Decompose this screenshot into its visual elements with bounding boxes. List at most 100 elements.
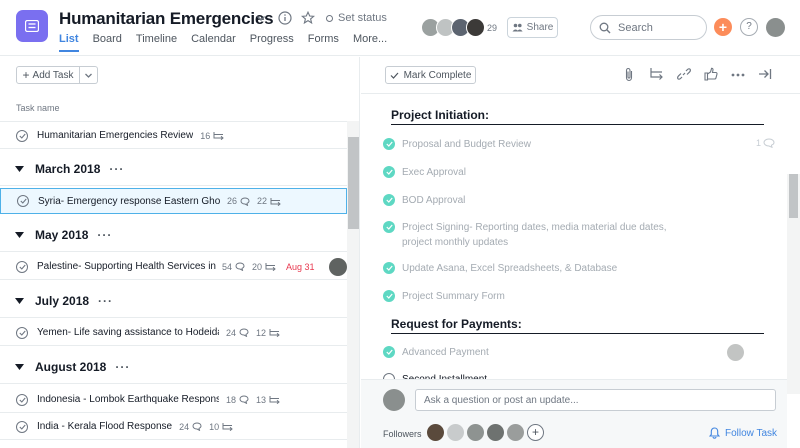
subtask-name[interactable]: BOD Approval — [402, 193, 465, 208]
section-menu-icon[interactable]: ··· — [97, 228, 112, 242]
share-button[interactable]: Share — [507, 17, 558, 38]
subtask-item[interactable]: Advanced Payment — [383, 345, 489, 360]
task-row[interactable]: Palestine- Supporting Health Services in… — [0, 254, 347, 280]
task-row-selected[interactable]: Syria- Emergency response Eastern Ghouta… — [0, 188, 347, 214]
star-icon[interactable] — [301, 11, 315, 25]
column-header-task-name[interactable]: Task name — [16, 103, 60, 113]
attachment-icon[interactable] — [623, 67, 635, 82]
due-date[interactable]: Aug 31 — [286, 262, 315, 272]
tab-calendar[interactable]: Calendar — [191, 33, 236, 52]
follow-task-button[interactable]: Follow Task — [709, 427, 777, 439]
subtask-item[interactable]: Exec Approval — [383, 165, 466, 180]
collapse-triangle-icon[interactable] — [15, 231, 24, 239]
subtask-icon[interactable] — [649, 67, 664, 81]
section-header[interactable]: March 2018 ··· — [0, 153, 347, 186]
follower-avatar[interactable] — [507, 424, 524, 441]
follower-avatar[interactable] — [447, 424, 464, 441]
more-options-icon[interactable] — [731, 73, 745, 77]
subtask-name[interactable]: Advanced Payment — [402, 345, 489, 360]
subtask-name[interactable]: Exec Approval — [402, 165, 466, 180]
complete-check-icon[interactable] — [16, 260, 28, 273]
complete-check-icon[interactable] — [16, 393, 28, 406]
project-list-icon[interactable] — [16, 10, 48, 42]
add-task-button[interactable]: + Add Task — [16, 66, 80, 84]
tab-list[interactable]: List — [59, 33, 79, 52]
section-title: August 2018 — [35, 360, 107, 374]
detail-scrollbar-thumb[interactable] — [789, 174, 798, 218]
help-button[interactable]: ? — [740, 18, 758, 36]
section-menu-icon[interactable]: ··· — [98, 294, 113, 308]
subtask-item[interactable]: Project Summary Form — [383, 289, 505, 304]
task-name[interactable]: Humanitarian Emergencies Review — [37, 130, 193, 141]
completed-check-icon[interactable] — [383, 346, 395, 358]
section-menu-icon[interactable]: ··· — [115, 360, 130, 374]
task-name[interactable]: India - Kerala Flood Response — [37, 421, 172, 432]
task-row[interactable]: Humanitarian Emergencies Review 16 — [0, 123, 347, 149]
completed-check-icon[interactable] — [383, 290, 395, 302]
follower-avatar[interactable] — [467, 424, 484, 441]
subtask-item[interactable]: Project Signing- Reporting dates, media … — [383, 220, 667, 250]
info-icon[interactable] — [278, 11, 292, 25]
task-name[interactable]: Syria- Emergency response Eastern Ghouta — [38, 196, 220, 207]
subtask-item[interactable]: Proposal and Budget Review — [383, 137, 531, 152]
member-avatars[interactable] — [421, 18, 485, 37]
like-icon[interactable] — [704, 67, 718, 81]
tab-timeline[interactable]: Timeline — [136, 33, 177, 52]
member-count[interactable]: 29 — [487, 23, 497, 33]
comment-input[interactable] — [415, 389, 776, 411]
section-header[interactable]: August 2018 ··· — [0, 351, 347, 384]
search-box[interactable] — [590, 15, 707, 40]
complete-check-icon[interactable] — [16, 129, 28, 142]
task-row[interactable]: Indonesia - Lombok Earthquake Response 1… — [0, 387, 347, 413]
tab-forms[interactable]: Forms — [308, 33, 339, 52]
collapse-triangle-icon[interactable] — [15, 363, 24, 371]
subtask-name[interactable]: Project Signing- Reporting dates, media … — [402, 220, 667, 250]
task-detail-pane: Mark Complete Project Initiation: Propos… — [361, 57, 800, 448]
completed-check-icon[interactable] — [383, 166, 395, 178]
link-icon[interactable] — [677, 67, 691, 81]
complete-check-icon[interactable] — [16, 420, 28, 433]
section-header[interactable]: May 2018 ··· — [0, 219, 347, 252]
subtask-name[interactable]: Update Asana, Excel Spreadsheets, & Data… — [402, 261, 617, 276]
add-task-dropdown[interactable] — [80, 66, 98, 84]
set-status-button[interactable]: Set status — [326, 12, 387, 24]
section-header[interactable]: July 2018 ··· — [0, 285, 347, 318]
tab-board[interactable]: Board — [93, 33, 122, 52]
quick-add-button[interactable]: + — [714, 18, 732, 36]
add-follower-button[interactable]: + — [527, 424, 544, 441]
task-row[interactable]: India - Kerala Flood Response 24 10 — [0, 414, 347, 440]
completed-check-icon[interactable] — [383, 221, 395, 233]
subtask-section-header[interactable]: Request for Payments: — [391, 317, 764, 334]
completed-check-icon[interactable] — [383, 194, 395, 206]
list-scrollbar-thumb[interactable] — [348, 137, 359, 229]
subtask-item[interactable]: Update Asana, Excel Spreadsheets, & Data… — [383, 261, 617, 276]
subtask-section-header[interactable]: Project Initiation: — [391, 108, 764, 125]
mark-complete-button[interactable]: Mark Complete — [385, 66, 476, 84]
task-name[interactable]: Palestine- Supporting Health Services in… — [37, 261, 219, 272]
follower-avatar[interactable] — [427, 424, 444, 441]
follower-avatar[interactable] — [487, 424, 504, 441]
chevron-down-icon[interactable] — [255, 12, 267, 24]
tab-more[interactable]: More... — [353, 33, 387, 52]
avatar[interactable] — [466, 18, 485, 37]
subtask-item[interactable]: BOD Approval — [383, 193, 465, 208]
tab-progress[interactable]: Progress — [250, 33, 294, 52]
assignee-avatar[interactable] — [328, 257, 347, 276]
complete-check-icon[interactable] — [16, 326, 28, 339]
subtask-name[interactable]: Project Summary Form — [402, 289, 505, 304]
completed-check-icon[interactable] — [383, 262, 395, 274]
subtask-comment-count[interactable]: 1 — [756, 138, 775, 148]
task-name[interactable]: Indonesia - Lombok Earthquake Response — [37, 394, 219, 405]
collapse-triangle-icon[interactable] — [15, 297, 24, 305]
task-row[interactable]: Yemen- Life saving assistance to Hodeida… — [0, 320, 347, 346]
section-menu-icon[interactable]: ··· — [109, 162, 124, 176]
collapse-triangle-icon[interactable] — [15, 165, 24, 173]
completed-check-icon[interactable] — [383, 138, 395, 150]
subtask-assignee-avatar[interactable] — [727, 344, 744, 361]
search-input[interactable] — [618, 21, 698, 34]
user-avatar[interactable] — [766, 18, 785, 37]
subtask-name[interactable]: Proposal and Budget Review — [402, 137, 531, 152]
task-name[interactable]: Yemen- Life saving assistance to Hodeida… — [37, 327, 219, 338]
complete-check-icon[interactable] — [17, 195, 29, 207]
close-pane-icon[interactable] — [758, 67, 772, 81]
